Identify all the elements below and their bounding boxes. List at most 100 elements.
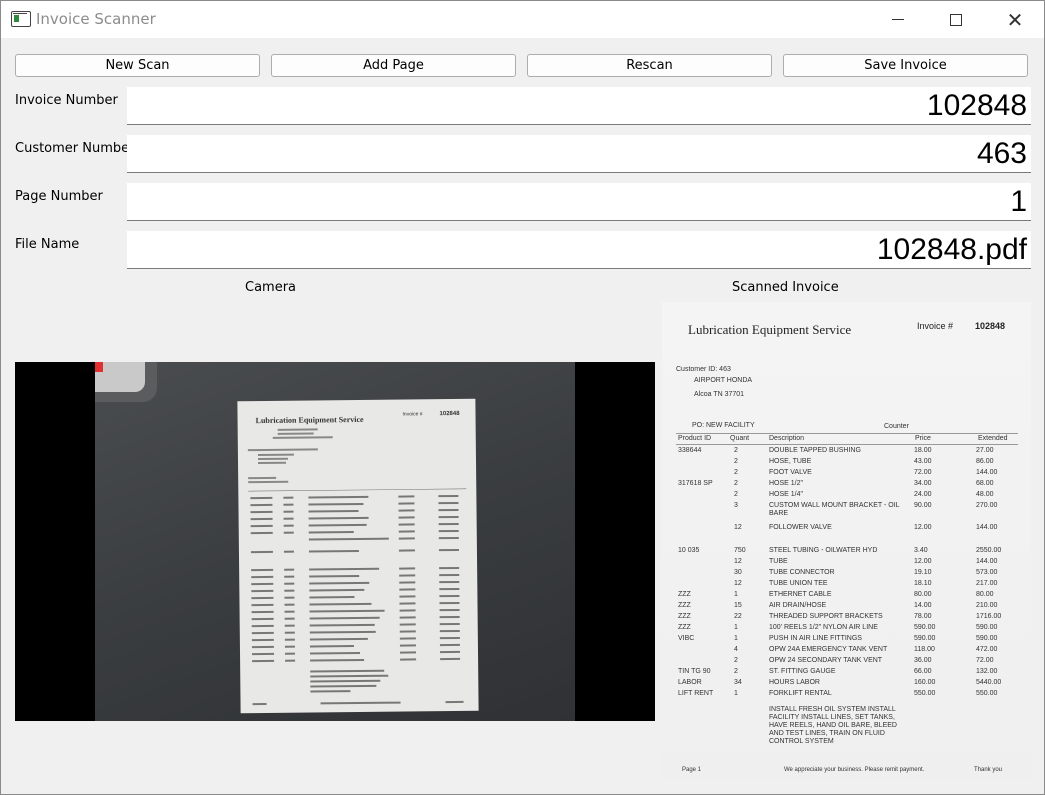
invoice-row-cell: 3 <box>734 502 738 509</box>
invoice-row-cell: 750 <box>734 547 746 554</box>
invoice-row-cell: ST. FITTING GAUGE <box>769 668 836 675</box>
invoice-row-cell: 144.00 <box>976 558 998 565</box>
invoice-row-cell: 72.00 <box>914 469 932 476</box>
invoice-row-cell: 472.00 <box>976 646 998 653</box>
invoice-number-text: 102848 <box>975 321 1006 331</box>
invoice-row-cell: 36.00 <box>914 657 932 664</box>
customer-number-label: Customer Number <box>15 141 135 156</box>
invoice-row-cell: CUSTOM WALL MOUNT BRACKET - OIL BARE <box>769 502 900 517</box>
invoice-header-extended: Extended <box>978 435 1008 442</box>
invoice-row-cell: 48.00 <box>976 491 994 498</box>
invoice-customer-name: AIRPORT HONDA <box>694 377 753 384</box>
invoice-header-product: Product ID <box>678 435 712 442</box>
invoice-row-cell: 144.00 <box>976 469 998 476</box>
invoice-header-description: Description <box>769 435 805 442</box>
file-name-label: File Name <box>15 237 80 252</box>
invoice-row-cell: 72.00 <box>976 657 994 664</box>
invoice-row-cell: 550.00 <box>914 690 936 697</box>
invoice-row-cell: 86.00 <box>976 458 994 465</box>
invoice-row-cell: 18.10 <box>914 580 932 587</box>
camera-invoice-markings: Lubrication Equipment Service Invoice # … <box>247 411 467 706</box>
new-scan-button[interactable]: New Scan <box>15 54 260 77</box>
invoice-row-cell: 160.00 <box>914 679 936 686</box>
invoice-row-cell: DOUBLE TAPPED BUSHING <box>769 447 861 454</box>
camera-invoice-photo: Lubrication Equipment Service Invoice # … <box>237 398 479 714</box>
invoice-row-cell: 80.00 <box>976 591 994 598</box>
camera-label: Camera <box>245 280 297 295</box>
invoice-row-cell: 4 <box>734 646 738 653</box>
title-bar[interactable]: Invoice Scanner ✕ <box>1 1 1044 38</box>
invoice-row-cell: 217.00 <box>976 580 998 587</box>
add-page-button[interactable]: Add Page <box>271 54 516 77</box>
invoice-row-cell: 590.00 <box>976 624 998 631</box>
save-invoice-button[interactable]: Save Invoice <box>783 54 1028 77</box>
svg-text:Invoice #: Invoice # <box>402 411 422 417</box>
invoice-customer-address: Alcoa TN 37701 <box>694 391 745 398</box>
invoice-row-cell: 12 <box>734 524 742 531</box>
invoice-row-cell: ZZZ <box>678 613 691 620</box>
invoice-row-cell: 12.00 <box>914 524 932 531</box>
scanned-invoice-label: Scanned Invoice <box>732 280 839 295</box>
maximize-button[interactable] <box>927 1 985 38</box>
invoice-row-cell: 132.00 <box>976 668 998 675</box>
invoice-row-cell: FOOT VALVE <box>769 469 812 476</box>
invoice-row-cell: 12 <box>734 580 742 587</box>
invoice-row-cell: 2 <box>734 458 738 465</box>
main-window: Invoice Scanner ✕ New Scan Add Page Resc… <box>0 0 1045 795</box>
customer-number-field[interactable]: 463 <box>127 135 1031 173</box>
rescan-button[interactable]: Rescan <box>527 54 772 77</box>
camera-preview: Lubrication Equipment Service Invoice # … <box>15 362 655 721</box>
invoice-row-cell: HOSE, TUBE <box>769 458 812 465</box>
minimize-button[interactable] <box>869 1 927 38</box>
file-name-field[interactable]: 102848.pdf <box>127 231 1031 269</box>
invoice-number-field[interactable]: 102848 <box>127 87 1031 125</box>
invoice-row-cell: 2 <box>734 668 738 675</box>
invoice-job: PO: NEW FACILITY <box>692 422 755 429</box>
invoice-footer-right: Thank you <box>974 767 1003 773</box>
scanned-invoice-preview: Lubrication Equipment Service Invoice # … <box>662 302 1031 781</box>
window-title: Invoice Scanner <box>36 10 156 28</box>
invoice-row-cell: 12.00 <box>914 558 932 565</box>
invoice-row-cell: HOSE 1/2" <box>769 480 803 487</box>
page-number-field[interactable]: 1 <box>127 183 1031 221</box>
invoice-row-cell: 3.40 <box>914 547 928 554</box>
app-window-icon <box>11 11 31 27</box>
invoice-row-cell: 14.00 <box>914 602 932 609</box>
invoice-row-cell: 24.00 <box>914 491 932 498</box>
invoice-row-cell: 34 <box>734 679 742 686</box>
invoice-row-cell: 1 <box>734 624 738 631</box>
svg-text:102848: 102848 <box>439 411 460 417</box>
invoice-note: INSTALL FRESH OIL SYSTEM INSTALL FACILIT… <box>769 706 897 745</box>
invoice-row-cell: FOLLOWER VALVE <box>769 524 832 531</box>
svg-text:Lubrication Equipment Service: Lubrication Equipment Service <box>256 415 365 425</box>
invoice-row-cell: 22 <box>734 613 742 620</box>
invoice-row-cell: ZZZ <box>678 591 691 598</box>
invoice-row-cell: 210.00 <box>976 602 998 609</box>
invoice-row-cell: 66.00 <box>914 668 932 675</box>
invoice-counter: Counter <box>884 423 909 430</box>
invoice-row-cell: PUSH IN AIR LINE FITTINGS <box>769 635 862 642</box>
invoice-row-cell: 590.00 <box>914 624 936 631</box>
invoice-row-cell: 1 <box>734 591 738 598</box>
close-icon: ✕ <box>1006 7 1024 32</box>
invoice-row-cell: 1716.00 <box>976 613 1002 620</box>
invoice-row-cell: OPW 24A EMERGENCY TANK VENT <box>769 646 888 653</box>
invoice-row-cell: LIFT RENT <box>678 690 714 697</box>
minimize-icon <box>892 19 904 20</box>
invoice-row-cell: FORKLIFT RENTAL <box>769 690 832 697</box>
invoice-header-price: Price <box>915 435 931 442</box>
invoice-row-cell: 338644 <box>678 447 702 454</box>
invoice-row-cell: TIN TG 90 <box>678 668 711 675</box>
invoice-row-cell: 90.00 <box>914 502 932 509</box>
invoice-row-cell: 573.00 <box>976 569 998 576</box>
invoice-row-cell: ZZZ <box>678 624 691 631</box>
invoice-row-cell: OPW 24 SECONDARY TANK VENT <box>769 657 883 664</box>
invoice-footer-left: Page 1 <box>682 767 702 773</box>
invoice-number-caption: Invoice # <box>917 321 954 331</box>
close-button[interactable]: ✕ <box>986 1 1044 38</box>
invoice-row-cell: 2 <box>734 491 738 498</box>
invoice-row-cell: 1 <box>734 635 738 642</box>
invoice-row-cell: 590.00 <box>914 635 936 642</box>
invoice-row-cell: TUBE CONNECTOR <box>769 569 835 576</box>
invoice-row-cell: 2 <box>734 480 738 487</box>
